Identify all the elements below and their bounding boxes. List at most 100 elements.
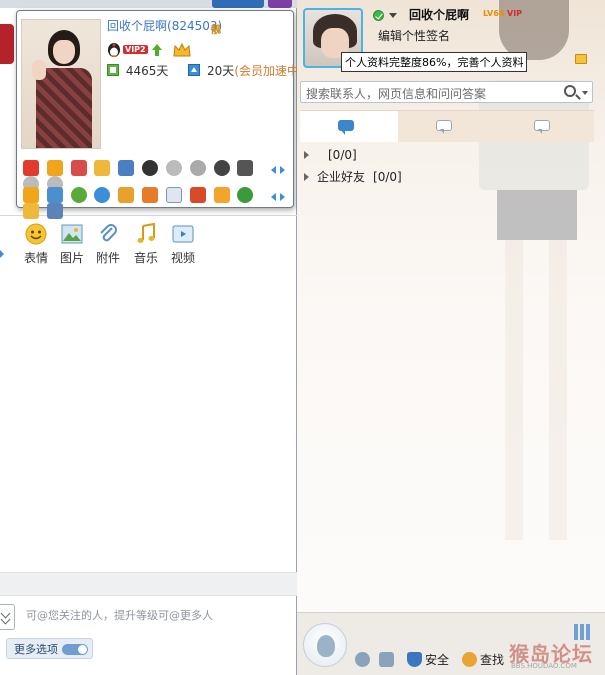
- signature-field[interactable]: 编辑个性签名: [378, 27, 450, 44]
- profile-completeness-tooltip: 个人资料完整度86%，完善个人资料: [341, 52, 528, 72]
- card-stats: 4465天 20天(会员加速中): [107, 62, 304, 79]
- tab-contacts[interactable]: [300, 110, 398, 142]
- profile-popup-card: 回收个屁啊(824503) 靓 VIP2 4465天 20天(会员加速中): [16, 10, 304, 219]
- vip-badge[interactable]: VIP2: [123, 45, 148, 54]
- browser-icon[interactable]: [237, 187, 254, 203]
- qzone-icon[interactable]: [46, 160, 63, 176]
- mailbox-icon[interactable]: [575, 54, 587, 64]
- chevron-down-icon-2: [0, 614, 11, 625]
- phone-icon[interactable]: [237, 160, 254, 176]
- tab-groups[interactable]: [398, 110, 496, 142]
- chat-window-topbar: [0, 0, 297, 8]
- profile-photo[interactable]: [21, 19, 101, 149]
- more-options-label: 更多选项: [14, 643, 58, 656]
- contact-search-box[interactable]: 搜索联系人，网页信息和问问答案: [300, 81, 593, 103]
- mail-icon[interactable]: [165, 187, 182, 203]
- status-dropdown-icon[interactable]: [389, 13, 397, 18]
- diamond-gray-icon-2[interactable]: [189, 160, 206, 176]
- chat-header-logo: [0, 24, 14, 64]
- video-icon: [172, 225, 194, 243]
- expand-button[interactable]: [0, 604, 15, 630]
- online-status-icon[interactable]: [373, 10, 384, 21]
- vip-status-badge[interactable]: VIP: [507, 9, 522, 18]
- penguin-menu-icon: [317, 635, 335, 657]
- main-menu-button[interactable]: [303, 623, 347, 667]
- expand-arrow-icon-2: [304, 173, 309, 181]
- farm-icon[interactable]: [189, 187, 206, 203]
- diamond-gray-icon[interactable]: [165, 160, 182, 176]
- pet-icon[interactable]: [118, 160, 135, 176]
- star-icon[interactable]: [23, 187, 39, 203]
- skin-icon[interactable]: [23, 203, 39, 219]
- search-app-icon[interactable]: [94, 187, 111, 203]
- smile-app-icon[interactable]: [70, 187, 87, 203]
- search-icon[interactable]: [564, 85, 576, 97]
- diamond-black-icon[interactable]: [142, 160, 159, 176]
- attachment-label: 附件: [95, 251, 120, 265]
- card-nickname: 回收个屁啊: [107, 19, 168, 33]
- attachment-button[interactable]: 附件: [91, 222, 125, 266]
- video-label: 视频: [170, 251, 195, 265]
- days-active: 4465天: [125, 64, 169, 78]
- emoticon-button[interactable]: 表情: [19, 222, 53, 266]
- recent-chat-icon: [534, 120, 550, 134]
- security-label: 安全: [425, 653, 450, 667]
- smiley-icon: [25, 223, 47, 245]
- more-options-button[interactable]: 更多选项: [6, 638, 93, 659]
- watermark-url: BBS.HOUDAO.COM: [511, 662, 577, 670]
- mail-vip-icon[interactable]: [118, 187, 135, 203]
- video-button[interactable]: 视频: [166, 222, 200, 266]
- shield-icon: [407, 652, 422, 667]
- find-label: 查找: [480, 653, 505, 667]
- expand-arrow-icon: [304, 151, 309, 159]
- photo-icon[interactable]: [46, 203, 63, 219]
- gear-icon: [355, 652, 370, 667]
- sound-button[interactable]: [379, 651, 397, 669]
- picture-icon: [61, 224, 83, 244]
- group-bubble-icon: [436, 120, 452, 134]
- more-options-toggle[interactable]: [62, 644, 88, 655]
- accel-days: 20天: [207, 64, 235, 78]
- card-name[interactable]: 回收个屁啊(824503): [107, 17, 222, 34]
- self-nickname[interactable]: 回收个屁啊: [409, 6, 469, 23]
- group-label-2: 企业好友 [0/0]: [317, 166, 402, 188]
- contact-group[interactable]: [0/0]: [297, 144, 605, 166]
- crown-icon[interactable]: [173, 42, 191, 58]
- book-icon[interactable]: [142, 187, 159, 203]
- picture-button[interactable]: 图片: [55, 222, 89, 266]
- contact-group-enterprise[interactable]: 企业好友 [0/0]: [297, 166, 605, 188]
- prev-arrow-icon-2[interactable]: [271, 193, 276, 201]
- contact-list: [0/0] 企业好友 [0/0]: [297, 144, 605, 188]
- speaker-icon: [379, 652, 394, 667]
- search-dropdown-icon[interactable]: [582, 91, 588, 95]
- level-badge[interactable]: LV64: [483, 9, 504, 18]
- music-icon: [137, 222, 155, 243]
- diamond-dark-icon[interactable]: [213, 160, 230, 176]
- toolbar-scroll-left-icon[interactable]: [0, 250, 4, 258]
- music-label: 音乐: [133, 251, 158, 265]
- next-arrow-icon-2[interactable]: [280, 193, 285, 201]
- penguin-icon: [108, 43, 120, 57]
- game-icon[interactable]: [70, 160, 87, 176]
- pretty-number-badge[interactable]: 靓: [211, 21, 221, 36]
- qq-show-icon[interactable]: [23, 160, 39, 176]
- music-button[interactable]: 音乐: [129, 222, 163, 266]
- next-arrow-icon[interactable]: [280, 166, 285, 174]
- paperclip-icon: [100, 224, 117, 242]
- top-tab-button-2[interactable]: [268, 0, 292, 8]
- card-app-icons-row-1: [23, 160, 269, 192]
- find-button[interactable]: 查找: [462, 651, 504, 669]
- top-tab-button[interactable]: [212, 0, 264, 8]
- music-app-icon[interactable]: [94, 160, 111, 176]
- emoticon-label: 表情: [23, 251, 48, 265]
- prev-arrow-icon[interactable]: [271, 166, 276, 174]
- security-button[interactable]: 安全: [407, 651, 449, 669]
- card-icons-nav-2[interactable]: [271, 189, 287, 205]
- settings-button[interactable]: [355, 651, 373, 669]
- card-icons-nav-1[interactable]: [271, 162, 287, 178]
- flag-icon[interactable]: [213, 187, 230, 203]
- speedup-icon: [188, 64, 201, 76]
- tab-recent[interactable]: [496, 110, 594, 142]
- camera-icon[interactable]: [46, 187, 63, 203]
- main-tabs: [300, 110, 602, 142]
